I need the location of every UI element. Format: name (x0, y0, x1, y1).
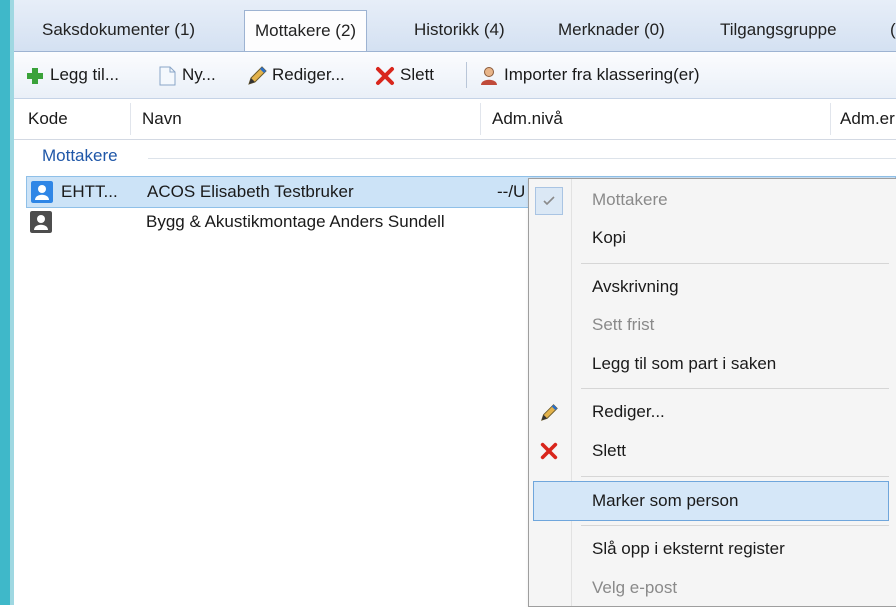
red-x-icon (540, 442, 558, 460)
row-name: ACOS Elisabeth Testbruker (147, 182, 354, 201)
menu-item-label: Avskrivning (592, 277, 679, 296)
window-accent-bar (0, 0, 10, 605)
row-code: EHTT... (61, 182, 118, 201)
menu-item-label: Slett (592, 441, 627, 460)
delete-button-label: Slett (400, 65, 435, 84)
delete-button[interactable]: Slett (374, 61, 434, 89)
tab-overflow[interactable]: ( (880, 10, 896, 50)
edit-button[interactable]: Rediger... (246, 61, 345, 89)
menu-item-label: Sett frist (592, 315, 655, 334)
menu-item-marker-som-person[interactable]: Marker som person (533, 481, 889, 521)
menu-item-slett[interactable]: Slett (529, 432, 896, 470)
group-label: Mottakere (42, 146, 118, 165)
menu-separator (581, 525, 889, 526)
menu-item-label: Rediger... (592, 402, 665, 421)
menu-item-label: Slå opp i eksternt register (592, 539, 785, 558)
person-import-icon (481, 66, 497, 85)
column-header: Kode Navn Adm.nivå Adm.er (14, 99, 896, 140)
toolbar: Legg til... Ny... Rediger... Slett Impor… (14, 52, 896, 99)
import-button[interactable]: Importer fra klassering(er) (478, 61, 700, 89)
plus-icon (27, 67, 43, 84)
tab-saksdokumenter[interactable]: Saksdokumenter (1) (32, 10, 205, 50)
menu-item-velg-epost[interactable]: Velg e-post (529, 569, 896, 607)
new-button[interactable]: Ny... (156, 61, 216, 89)
menu-item-label: Mottakere (592, 190, 668, 209)
menu-separator (581, 388, 889, 389)
group-divider (148, 158, 896, 159)
context-menu: Mottakere Kopi Avskrivning Sett frist Le… (528, 178, 896, 607)
import-button-label: Importer fra klassering(er) (504, 65, 700, 84)
menu-item-sett-frist[interactable]: Sett frist (529, 306, 896, 344)
menu-item-mottakere[interactable]: Mottakere (529, 181, 896, 219)
tab-merknader[interactable]: Merknader (0) (548, 10, 675, 50)
menu-item-sla-opp[interactable]: Slå opp i eksternt register (529, 530, 896, 568)
column-divider[interactable] (830, 103, 831, 135)
menu-item-avskrivning[interactable]: Avskrivning (529, 268, 896, 306)
column-name[interactable]: Navn (136, 99, 182, 139)
tab-historikk[interactable]: Historikk (4) (404, 10, 515, 50)
checkmark-icon (543, 196, 555, 206)
column-divider[interactable] (480, 103, 481, 135)
column-divider[interactable] (130, 103, 131, 135)
tab-bar: Saksdokumenter (1) Mottakere (2) Histori… (14, 0, 896, 52)
menu-item-legg-til-part[interactable]: Legg til som part i saken (529, 345, 896, 383)
menu-item-label: Kopi (592, 228, 627, 247)
tab-tilgangsgruppe[interactable]: Tilgangsgruppe (710, 10, 847, 50)
menu-item-label: Marker som person (592, 491, 739, 510)
row-name: Bygg & Akustikmontage Anders Sundell (146, 212, 445, 231)
document-icon (159, 66, 176, 86)
toolbar-separator (466, 62, 467, 88)
red-x-icon (376, 66, 394, 85)
pencil-icon (248, 65, 267, 85)
add-button-label: Legg til... (50, 65, 119, 84)
row-adm-level: --/U (497, 182, 526, 201)
menu-separator (581, 476, 889, 477)
menu-item-label: Legg til som part i saken (592, 354, 777, 373)
edit-button-label: Rediger... (272, 65, 345, 84)
tab-mottakere[interactable]: Mottakere (2) (244, 10, 368, 51)
column-adm-level[interactable]: Adm.nivå (486, 99, 563, 139)
menu-separator (581, 263, 889, 264)
menu-item-rediger[interactable]: Rediger... (529, 393, 896, 431)
column-adm-unit[interactable]: Adm.er (834, 99, 895, 139)
check-box (535, 187, 563, 215)
new-button-label: Ny... (182, 65, 216, 84)
add-button[interactable]: Legg til... (24, 61, 119, 89)
pencil-icon (541, 404, 558, 421)
user-icon (31, 181, 53, 203)
user-icon (30, 211, 52, 233)
column-code[interactable]: Kode (22, 99, 68, 139)
menu-item-label: Velg e-post (592, 578, 678, 597)
menu-item-kopi[interactable]: Kopi (529, 219, 896, 257)
